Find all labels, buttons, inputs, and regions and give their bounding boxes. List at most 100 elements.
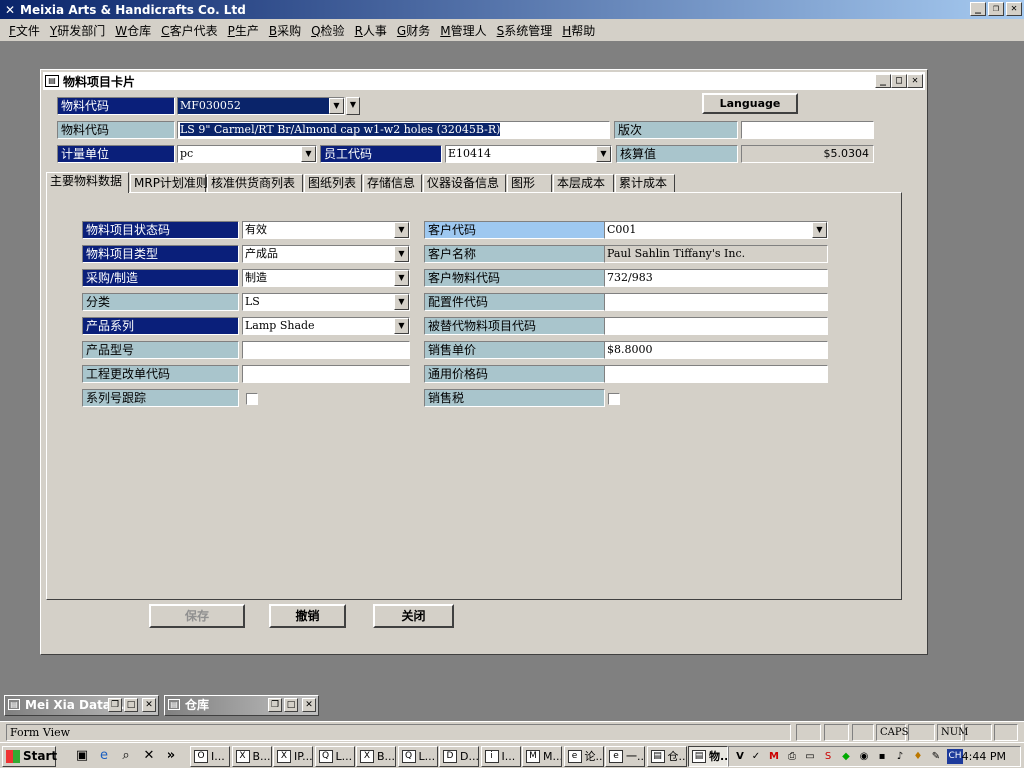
tab-7[interactable]: 本层成本 xyxy=(553,174,614,192)
tab-0[interactable]: 主要物料数据 xyxy=(46,172,129,193)
text-field[interactable] xyxy=(604,293,828,311)
chevron-down-icon[interactable]: ▼ xyxy=(394,246,409,262)
text-field[interactable] xyxy=(242,341,410,359)
tray-app-icon[interactable]: S xyxy=(821,749,835,764)
undo-button[interactable]: 撤销 xyxy=(269,604,346,628)
tray-app-icon[interactable]: M xyxy=(767,749,781,764)
minimized-window-warehouse[interactable]: ▤ 仓库 ❐ □ ✕ xyxy=(164,695,319,716)
taskbar-task[interactable]: ▤物... xyxy=(688,746,728,767)
app-icon[interactable]: ✕ xyxy=(141,748,157,764)
speaker-icon[interactable]: ♪ xyxy=(893,749,907,764)
chevron-down-icon[interactable]: ▼ xyxy=(394,222,409,238)
child-maximize-button[interactable]: □ xyxy=(891,74,907,88)
text-field[interactable] xyxy=(242,365,410,383)
restore-icon[interactable]: ❐ xyxy=(268,698,282,712)
chevron-down-icon[interactable]: ▼ xyxy=(596,146,611,162)
tray-app-icon[interactable]: ♦ xyxy=(911,749,925,764)
item-code-lookup-button[interactable]: ▼ xyxy=(346,97,360,115)
app-close-button[interactable]: ✕ xyxy=(1006,2,1022,16)
tab-2[interactable]: 核准供货商列表 xyxy=(207,174,303,192)
tab-4[interactable]: 存储信息 xyxy=(363,174,422,192)
combo-field[interactable]: C001 ▼ xyxy=(604,221,828,239)
tray-app-icon[interactable]: ◉ xyxy=(857,749,871,764)
menu-item[interactable]: Q检验 xyxy=(306,22,349,39)
menu-item[interactable]: F文件 xyxy=(4,22,45,39)
tray-app-icon[interactable]: ✓ xyxy=(749,749,763,764)
restore-icon[interactable]: ❐ xyxy=(108,698,122,712)
tray-app-icon[interactable]: ✎ xyxy=(929,749,943,764)
close-button[interactable]: 关闭 xyxy=(373,604,454,628)
tab-3[interactable]: 图纸列表 xyxy=(304,174,362,192)
tab-1[interactable]: MRP计划准则 xyxy=(130,174,208,192)
language-indicator[interactable]: CH xyxy=(947,749,963,764)
taskbar-task[interactable]: e论... xyxy=(563,746,604,767)
menu-item[interactable]: P生产 xyxy=(223,22,264,39)
maximize-icon[interactable]: □ xyxy=(284,698,298,712)
menu-item[interactable]: M管理人 xyxy=(435,22,491,39)
uom-combo[interactable]: pc ▼ xyxy=(177,145,317,163)
taskbar-task[interactable]: ▤仓... xyxy=(646,746,687,767)
taskbar-task[interactable]: i I... xyxy=(480,746,521,767)
tab-6[interactable]: 图形 xyxy=(507,174,552,192)
chevron-down-icon[interactable]: ▼ xyxy=(812,222,827,238)
revision-field[interactable] xyxy=(741,121,874,139)
checkbox[interactable] xyxy=(608,393,620,405)
tray-app-icon[interactable]: ◆ xyxy=(839,749,853,764)
text-field[interactable]: Paul Sahlin Tiffany's Inc. xyxy=(604,245,828,263)
text-field[interactable] xyxy=(604,317,828,335)
taskbar-task[interactable]: D D... xyxy=(439,746,479,767)
tray-app-icon[interactable]: V xyxy=(733,749,747,764)
menu-item[interactable]: H帮助 xyxy=(557,22,600,39)
more-icon[interactable]: » xyxy=(163,748,179,764)
chevron-down-icon[interactable]: ▼ xyxy=(394,294,409,310)
start-button[interactable]: Start xyxy=(2,746,57,767)
menu-item[interactable]: B采购 xyxy=(264,22,306,39)
employee-combo[interactable]: E10414 ▼ xyxy=(445,145,612,163)
printer-icon[interactable]: ⎙ xyxy=(785,749,799,764)
search-icon[interactable]: ⌕ xyxy=(118,748,134,764)
network-icon[interactable]: ▭ xyxy=(803,749,817,764)
app-minimize-button[interactable]: _ xyxy=(970,2,986,16)
menu-item[interactable]: G财务 xyxy=(392,22,435,39)
close-icon[interactable]: ✕ xyxy=(302,698,316,712)
close-icon[interactable]: ✕ xyxy=(142,698,156,712)
taskbar-task[interactable]: Q L... xyxy=(397,746,438,767)
text-field[interactable]: $8.8000 xyxy=(604,341,828,359)
tab-8[interactable]: 累计成本 xyxy=(615,174,675,192)
taskbar-task[interactable]: X B... xyxy=(231,746,272,767)
menu-item[interactable]: W仓库 xyxy=(110,22,156,39)
menu-item[interactable]: S系统管理 xyxy=(492,22,558,39)
combo-field[interactable]: 制造 ▼ xyxy=(242,269,410,287)
child-minimize-button[interactable]: _ xyxy=(875,74,891,88)
chevron-down-icon[interactable]: ▼ xyxy=(394,270,409,286)
chevron-down-icon[interactable]: ▼ xyxy=(329,98,344,114)
chevron-down-icon[interactable]: ▼ xyxy=(394,318,409,334)
item-code-combo[interactable]: MF030052 ▼ xyxy=(177,97,345,115)
taskbar-task[interactable]: X B... xyxy=(356,746,396,767)
combo-field[interactable]: Lamp Shade ▼ xyxy=(242,317,410,335)
app-restore-button[interactable]: ❐ xyxy=(988,2,1004,16)
taskbar-task[interactable]: M M... xyxy=(522,746,562,767)
save-button[interactable]: 保存 xyxy=(149,604,245,628)
desktop-icon[interactable]: ▣ xyxy=(74,748,90,764)
combo-field[interactable]: 有效 ▼ xyxy=(242,221,410,239)
chevron-down-icon[interactable]: ▼ xyxy=(301,146,316,162)
menu-item[interactable]: C客户代表 xyxy=(156,22,222,39)
text-field[interactable]: 732/983 xyxy=(604,269,828,287)
taskbar-task[interactable]: Q L... xyxy=(314,746,355,767)
maximize-icon[interactable]: □ xyxy=(124,698,138,712)
minimized-window-meixia-data[interactable]: ▤ Mei Xia Data... ❐ □ ✕ xyxy=(4,695,159,716)
internet-explorer-icon[interactable]: e xyxy=(96,748,112,764)
text-field[interactable] xyxy=(604,365,828,383)
taskbar-task[interactable]: e一... xyxy=(605,746,645,767)
tab-5[interactable]: 仪器设备信息 xyxy=(423,174,506,192)
description-field[interactable]: LS 9" Carmel/RT Br/Almond cap w1-w2 hole… xyxy=(177,121,610,139)
tray-app-icon[interactable]: ▪ xyxy=(875,749,889,764)
combo-field[interactable]: LS ▼ xyxy=(242,293,410,311)
taskbar-task[interactable]: X IP... xyxy=(273,746,313,767)
menu-item[interactable]: R人事 xyxy=(350,22,392,39)
child-close-button[interactable]: ✕ xyxy=(907,74,923,88)
combo-field[interactable]: 产成品 ▼ xyxy=(242,245,410,263)
checkbox[interactable] xyxy=(246,393,258,405)
language-button[interactable]: Language xyxy=(702,93,798,114)
